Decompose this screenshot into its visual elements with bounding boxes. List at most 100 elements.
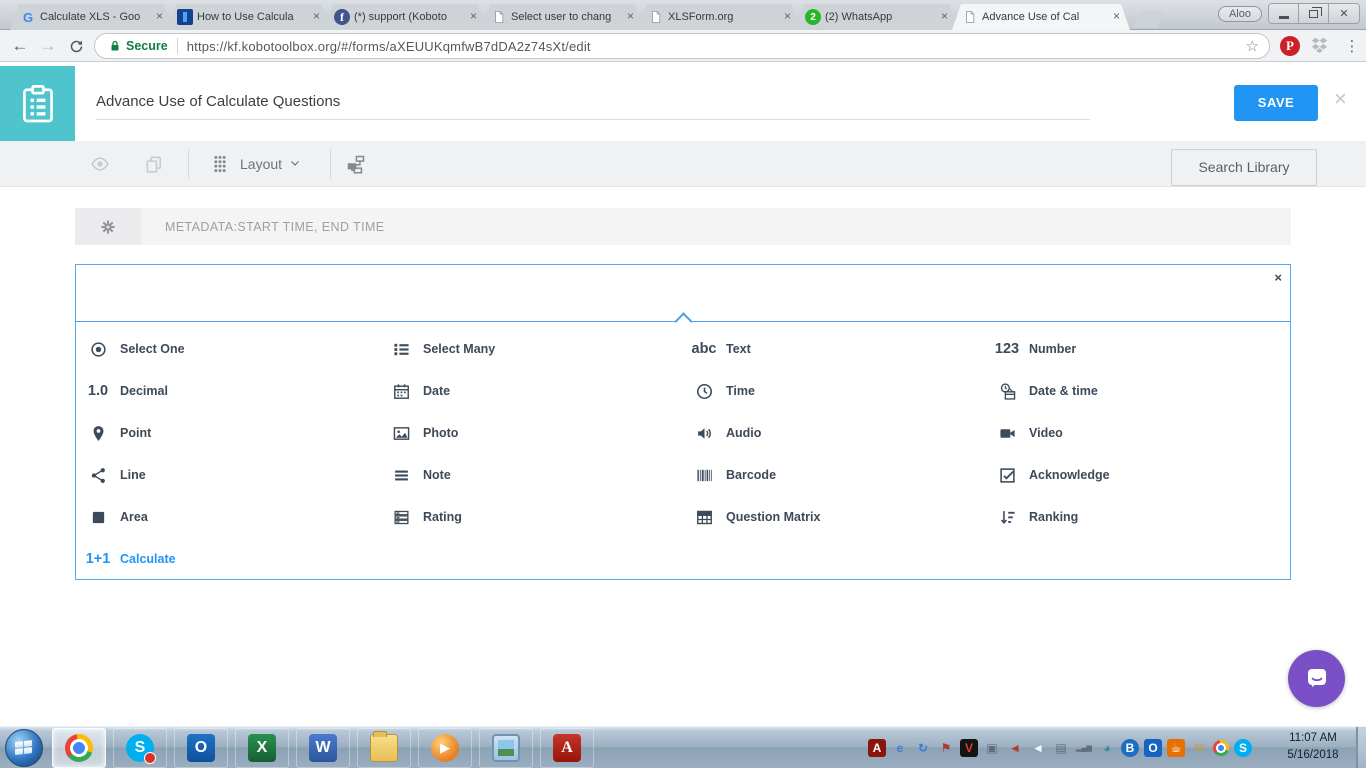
- acknowledge-icon: [985, 467, 1029, 484]
- reload-button[interactable]: [62, 30, 90, 62]
- question-type-label: Time: [726, 384, 755, 398]
- internet-access-icon[interactable]: ◕: [1098, 739, 1116, 757]
- question-type-rating[interactable]: Rating: [379, 496, 682, 538]
- browser-tab[interactable]: XLSForm.org×: [638, 4, 801, 30]
- chrome-profile-button[interactable]: Aloo: [1218, 6, 1262, 22]
- taskbar-clock[interactable]: 11:07 AM 5/16/2018: [1272, 730, 1354, 764]
- question-type-line[interactable]: Line: [76, 454, 379, 496]
- question-type-audio[interactable]: Audio: [682, 412, 985, 454]
- clock-time: 11:07 AM: [1272, 730, 1354, 747]
- start-button[interactable]: [5, 729, 43, 767]
- browser-tab[interactable]: 2(2) WhatsApp×: [795, 4, 958, 30]
- duplicate-button[interactable]: [138, 141, 170, 187]
- word-taskbar-button[interactable]: W: [296, 728, 350, 768]
- bookmark-star-icon[interactable]: ☆: [1246, 37, 1259, 55]
- tab-title: (2) WhatsApp: [825, 11, 933, 23]
- question-type-date[interactable]: Date: [379, 370, 682, 412]
- metadata-settings-button[interactable]: [75, 208, 141, 245]
- pinterest-extension-icon[interactable]: P: [1280, 36, 1300, 56]
- question-type-video[interactable]: Video: [985, 412, 1288, 454]
- panel-close-icon[interactable]: ×: [1274, 271, 1282, 284]
- updates-icon[interactable]: ▤: [1052, 739, 1070, 757]
- safely-remove-icon[interactable]: ▣: [983, 739, 1001, 757]
- tab-close-icon[interactable]: ×: [1109, 10, 1124, 25]
- tab-close-icon[interactable]: ×: [466, 10, 481, 25]
- address-bar[interactable]: Secure https://kf.kobotoolbox.org/#/form…: [94, 33, 1270, 59]
- title-underline: [96, 119, 1090, 120]
- tab-close-icon[interactable]: ×: [937, 10, 952, 25]
- internet-explorer-icon[interactable]: e: [891, 739, 909, 757]
- group-questions-button[interactable]: [340, 141, 372, 187]
- excel-taskbar-button[interactable]: X: [235, 728, 289, 768]
- mail-icon[interactable]: ✉: [1190, 739, 1208, 757]
- tab-close-icon[interactable]: ×: [780, 10, 795, 25]
- question-type-photo[interactable]: Photo: [379, 412, 682, 454]
- acrobat-tray-icon[interactable]: A: [868, 739, 886, 757]
- browser-tab[interactable]: How to Use Calcula×: [167, 4, 330, 30]
- preview-button[interactable]: [84, 141, 116, 187]
- photo-viewer-taskbar-button[interactable]: [479, 728, 533, 768]
- question-type-decimal[interactable]: 1.0Decimal: [76, 370, 379, 412]
- acrobat-taskbar-button[interactable]: A: [540, 728, 594, 768]
- question-type-date-time[interactable]: Date & time: [985, 370, 1288, 412]
- volume-icon[interactable]: ◄: [1029, 739, 1047, 757]
- tab-close-icon[interactable]: ×: [623, 10, 638, 25]
- outlook-tray-icon[interactable]: O: [1144, 739, 1162, 757]
- question-type-note[interactable]: Note: [379, 454, 682, 496]
- media-player-taskbar-button[interactable]: ▶: [418, 728, 472, 768]
- page-favicon: [491, 9, 507, 25]
- question-type-calculate[interactable]: 1+1Calculate: [76, 538, 379, 580]
- question-type-number[interactable]: 123Number: [985, 328, 1288, 370]
- browser-titlebar: GCalculate XLS - Goo×How to Use Calcula×…: [0, 0, 1366, 30]
- builder-close-icon[interactable]: ×: [1334, 88, 1347, 110]
- chevron-down-icon: [289, 156, 301, 172]
- sync-icon[interactable]: ↻: [914, 739, 932, 757]
- new-tab-button[interactable]: [1134, 11, 1164, 28]
- skype-tray-icon[interactable]: S: [1234, 739, 1252, 757]
- question-type-time[interactable]: Time: [682, 370, 985, 412]
- question-type-text[interactable]: abcText: [682, 328, 985, 370]
- intercom-launcher[interactable]: [1288, 650, 1345, 707]
- tab-close-icon[interactable]: ×: [152, 10, 167, 25]
- url-text[interactable]: https://kf.kobotoolbox.org/#/forms/aXEUU…: [187, 39, 591, 54]
- search-library-button[interactable]: Search Library: [1171, 149, 1317, 186]
- tab-close-icon[interactable]: ×: [309, 10, 324, 25]
- skype-taskbar-button[interactable]: S: [113, 728, 167, 768]
- volume-muted-icon[interactable]: ◄: [1006, 739, 1024, 757]
- show-desktop-button[interactable]: [1356, 727, 1366, 768]
- antivirus-icon[interactable]: V: [960, 739, 978, 757]
- back-button[interactable]: ←: [6, 30, 34, 62]
- bluetooth-icon[interactable]: B: [1121, 739, 1139, 757]
- question-type-point[interactable]: Point: [76, 412, 379, 454]
- restore-icon: [1309, 10, 1318, 18]
- question-type-barcode[interactable]: Barcode: [682, 454, 985, 496]
- forward-button[interactable]: →: [34, 30, 62, 62]
- browser-tab[interactable]: GCalculate XLS - Goo×: [10, 4, 173, 30]
- dropbox-extension-icon[interactable]: [1310, 37, 1329, 59]
- metadata-row[interactable]: METADATA:START TIME, END TIME: [75, 208, 1291, 245]
- restore-button[interactable]: [1299, 4, 1329, 23]
- chrome-tray-icon[interactable]: [1213, 740, 1229, 756]
- save-button[interactable]: SAVE: [1234, 85, 1318, 121]
- question-type-question-matrix[interactable]: Question Matrix: [682, 496, 985, 538]
- question-type-select-one[interactable]: Select One: [76, 328, 379, 370]
- form-title-input[interactable]: Advance Use of Calculate Questions: [96, 93, 1090, 110]
- layout-dropdown[interactable]: Layout: [240, 141, 301, 187]
- layout-grid-button[interactable]: [204, 141, 236, 187]
- java-icon[interactable]: ☕: [1167, 739, 1185, 757]
- chrome-taskbar-button[interactable]: [52, 728, 106, 768]
- question-type-ranking[interactable]: Ranking: [985, 496, 1288, 538]
- outlook-taskbar-button[interactable]: O: [174, 728, 228, 768]
- question-type-area[interactable]: Area: [76, 496, 379, 538]
- question-type-select-many[interactable]: Select Many: [379, 328, 682, 370]
- browser-tab[interactable]: Advance Use of Cal×: [952, 4, 1130, 30]
- network-icon[interactable]: ▂▄▆: [1075, 739, 1093, 757]
- browser-tab[interactable]: f(*) support (Koboto×: [324, 4, 487, 30]
- chrome-menu-icon[interactable]: ⋮: [1342, 30, 1362, 62]
- question-type-acknowledge[interactable]: Acknowledge: [985, 454, 1288, 496]
- close-window-button[interactable]: ✕: [1329, 4, 1359, 23]
- browser-tab[interactable]: Select user to chang×: [481, 4, 644, 30]
- explorer-taskbar-button[interactable]: [357, 728, 411, 768]
- action-center-flag-icon[interactable]: ⚑: [937, 739, 955, 757]
- minimize-button[interactable]: [1269, 4, 1299, 23]
